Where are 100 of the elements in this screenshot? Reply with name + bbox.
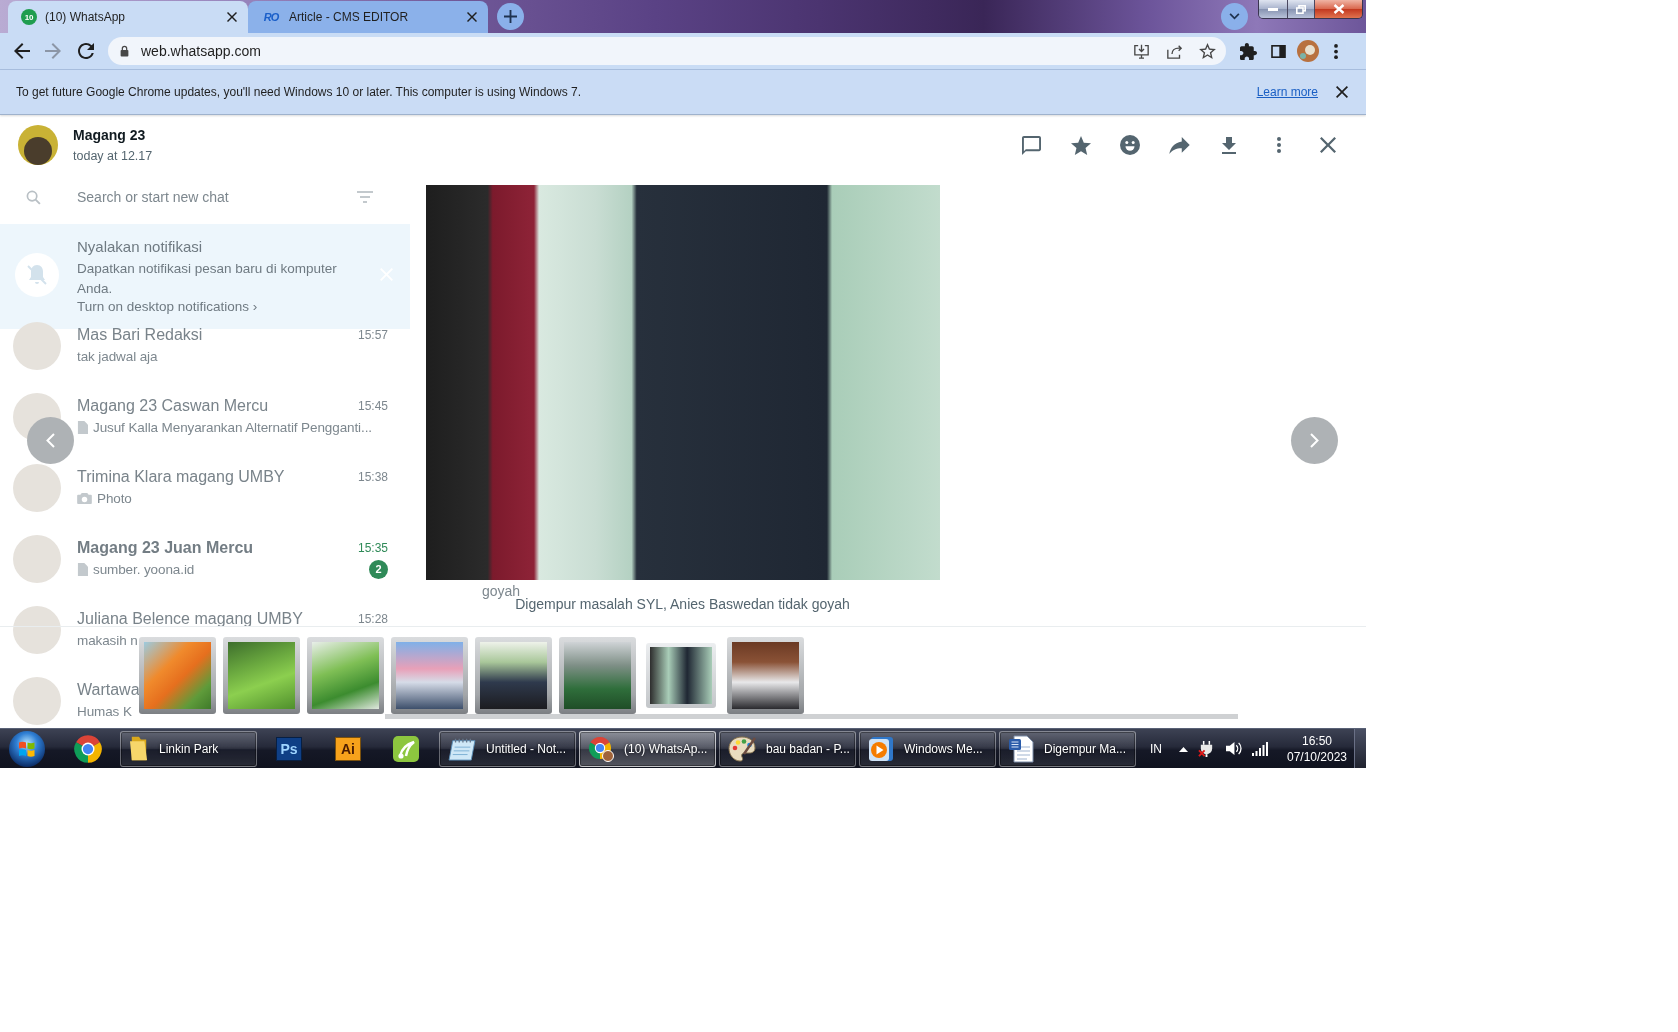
document-icon (1008, 734, 1034, 763)
close-icon[interactable] (1320, 137, 1336, 153)
more-options-icon[interactable] (1276, 137, 1281, 153)
monitor-download-icon[interactable] (1133, 43, 1150, 59)
avatar-icon (18, 125, 58, 165)
search-field[interactable]: Search or start new chat (77, 189, 229, 205)
photo-thumbnail[interactable] (139, 637, 216, 714)
taskbar-window-button[interactable]: Untitled - Not... (439, 730, 576, 767)
star-outline-icon[interactable] (1199, 43, 1216, 59)
palette-icon (728, 735, 756, 762)
power-plug-icon[interactable] (1198, 740, 1215, 757)
minimize-icon (1268, 7, 1278, 11)
favicon-logo: RO (262, 10, 280, 25)
side-panel-icon[interactable] (1271, 44, 1286, 58)
photo-thumbnail[interactable] (307, 637, 384, 714)
chat-name[interactable]: Trimina Klara magang UMBY (77, 468, 285, 486)
profile-avatar-icon[interactable] (1297, 40, 1319, 62)
message-preview: makasih n (77, 632, 138, 648)
address-bar[interactable]: web.whatsapp.com (108, 37, 1226, 65)
share-icon[interactable] (1166, 43, 1183, 59)
star-icon[interactable] (1070, 135, 1091, 155)
photo-caption: Digempur masalah SYL, Anies Baswedan tidak goyah (515, 596, 850, 612)
chat-time: 15:45 (357, 399, 388, 413)
speech-bubble-icon[interactable] (1021, 135, 1041, 155)
plus-icon (504, 10, 517, 23)
swirl-app-icon[interactable] (392, 734, 420, 763)
chat-name[interactable]: Juliana Belence magang UMBY (77, 610, 303, 628)
clock-date: 07/10/2023 (1285, 748, 1349, 765)
document-icon (77, 420, 88, 434)
browser-tab[interactable]: RO Article - CMS EDITOR (248, 1, 488, 33)
browser-tab[interactable]: 10 (10) WhatsApp (8, 1, 248, 33)
photo-thumbnail[interactable] (223, 637, 300, 714)
photo-thumbnail[interactable] (646, 643, 716, 708)
taskbar-window-button[interactable]: (10) WhatsAp... (579, 730, 716, 767)
speaker-icon[interactable] (1225, 741, 1242, 756)
avatar-icon (13, 464, 61, 512)
notifications-link[interactable]: Turn on desktop notifications › (77, 299, 369, 315)
emoji-icon[interactable] (1120, 135, 1140, 155)
taskbar-window-button[interactable]: Linkin Park (120, 730, 257, 767)
chat-time: 15:57 (357, 328, 388, 342)
learn-more-link[interactable]: Learn more (1256, 85, 1318, 99)
message-preview: sumber. yoona.id (93, 561, 195, 577)
language-indicator[interactable]: IN (1150, 741, 1162, 756)
new-tab-button[interactable] (497, 3, 524, 30)
browser-icon[interactable] (73, 733, 103, 764)
chat-time: 15:38 (357, 470, 388, 484)
maximize-button[interactable] (1288, 0, 1315, 18)
chat-name[interactable]: Mas Bari Redaksi (77, 326, 203, 344)
banner-text: Dapatkan notifikasi pesan baru di komputer Anda. (77, 260, 338, 298)
caret-up-icon[interactable] (1179, 745, 1188, 752)
taskbar-window-button[interactable]: Digempur Ma... (999, 730, 1136, 767)
sender-name: Magang 23 (73, 126, 147, 144)
chat-name[interactable]: Magang 23 Caswan Mercu (77, 397, 269, 415)
puzzle-icon[interactable] (1240, 42, 1257, 60)
lock-icon (120, 45, 129, 57)
chat-name[interactable]: Wartawa (77, 681, 140, 699)
chevron-left-icon (46, 433, 55, 448)
tab-close-icon[interactable] (227, 12, 237, 22)
chevron-down-icon (1229, 13, 1240, 20)
avatar-icon (13, 322, 61, 370)
photo-thumbnail[interactable] (475, 637, 552, 714)
tab-close-icon[interactable] (467, 12, 477, 22)
chevron-right-icon (1310, 433, 1319, 448)
minimize-button[interactable] (1259, 0, 1288, 18)
horizontal-scrollbar[interactable] (385, 714, 1238, 719)
message-preview: tak jadwal aja (77, 348, 158, 364)
search-icon (26, 189, 41, 205)
app-tile[interactable]: Ai (335, 736, 361, 761)
chat-name[interactable]: Magang 23 Juan Mercu (77, 539, 254, 557)
infobar-message: To get future Google Chrome updates, you'll need Windows 10 or later. This computer is using Windows 7. (16, 85, 582, 99)
folder-icon (129, 735, 149, 762)
browser-icon (588, 735, 614, 762)
show-desktop-button[interactable] (1354, 729, 1366, 768)
taskbar-window-button[interactable]: Windows Me... (859, 730, 996, 767)
back-icon[interactable] (14, 43, 30, 59)
tab-search-button[interactable] (1221, 3, 1248, 30)
photo-thumbnail[interactable] (391, 637, 468, 714)
close-icon[interactable] (1336, 86, 1348, 98)
restore-icon (1296, 4, 1306, 14)
chat-time: 15:28 (357, 612, 388, 626)
avatar-icon (13, 535, 61, 583)
favicon-badge: 10 (21, 9, 37, 25)
document-icon (77, 562, 88, 576)
menu-icon[interactable] (1334, 43, 1338, 59)
download-icon[interactable] (1222, 136, 1236, 154)
app-tile[interactable]: Ps (276, 736, 302, 761)
start-orb-icon[interactable] (9, 730, 45, 767)
notepad-icon (448, 736, 476, 761)
signal-bars-icon[interactable] (1252, 741, 1268, 756)
taskbar-window-button[interactable]: bau badan - P... (719, 730, 856, 767)
window-close-button[interactable] (1315, 0, 1362, 18)
muted-bell-icon (15, 253, 59, 297)
message-time: today at 12.17 (73, 148, 153, 164)
reload-icon[interactable] (78, 43, 94, 59)
camera-icon (77, 492, 92, 504)
photo-thumbnail[interactable] (559, 637, 636, 714)
forward-icon[interactable] (1169, 136, 1190, 154)
message-preview: Jusuf Kalla Menyarankan Alternatif Pengganti... (93, 419, 372, 435)
photo-thumbnail[interactable] (727, 637, 804, 714)
message-preview: Photo (97, 490, 132, 506)
